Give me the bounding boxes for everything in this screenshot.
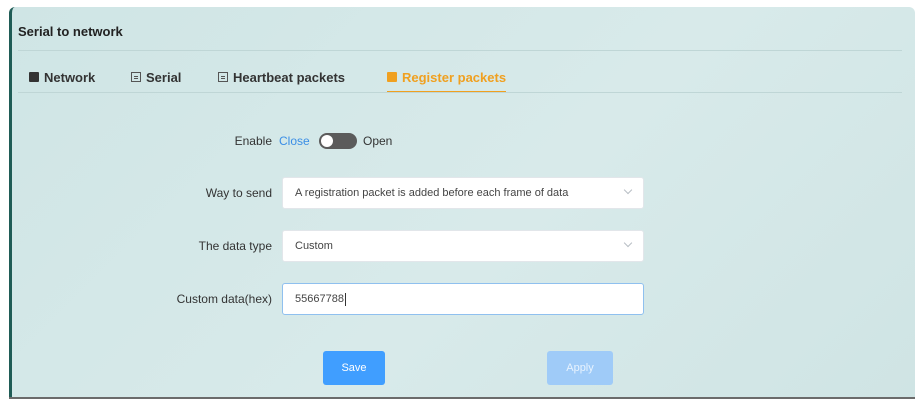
way-to-send-label: Way to send [205,186,272,200]
text-cursor [344,292,346,306]
custom-data-label: Custom data(hex) [176,292,272,306]
title-divider [18,50,902,51]
way-to-send-value: A registration packet is added before ea… [295,187,569,199]
enable-on-text: Open [363,134,393,148]
box-icon [387,72,397,82]
panel-title: Serial to network [18,24,123,39]
custom-data-value: 55667788 [295,293,344,305]
save-button[interactable]: Save [323,351,385,385]
tab-label: Heartbeat packets [233,69,345,85]
tabs-divider [18,92,902,93]
enable-label: Enable [234,134,272,148]
data-type-value: Custom [295,240,333,252]
enable-toggle[interactable] [319,133,357,149]
tab-heartbeat-packets[interactable]: Heartbeat packets [218,62,345,92]
data-type-label: The data type [198,239,272,253]
chevron-down-icon [623,185,633,195]
doc-icon [131,72,141,82]
tab-register-packets[interactable]: Register packets [387,62,507,93]
tab-bar: Network Serial Heartbeat packets Registe… [18,62,902,93]
chevron-down-icon [623,238,633,248]
way-to-send-select[interactable]: A registration packet is added before ea… [282,177,644,209]
tab-label: Serial [146,69,182,85]
data-type-select[interactable]: Custom [282,230,644,262]
apply-button[interactable]: Apply [547,351,613,385]
tab-serial[interactable]: Serial [131,62,181,92]
enable-off-text: Close [279,134,310,148]
tab-label: Network [44,69,96,85]
custom-data-input[interactable]: 55667788 [282,283,644,315]
doc-icon [218,72,228,82]
toggle-knob [321,135,333,147]
tab-network[interactable]: Network [29,62,95,92]
tab-label: Register packets [402,69,507,85]
box-icon [29,72,39,82]
